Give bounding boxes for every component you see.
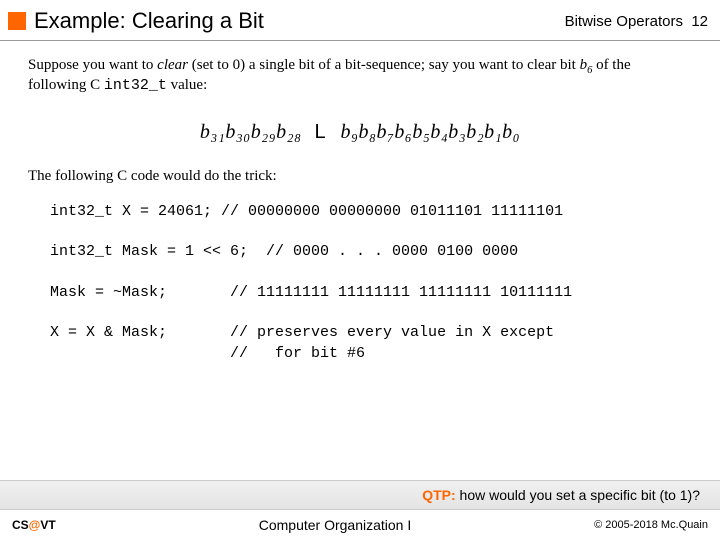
- qtp-label: QTP:: [422, 487, 455, 503]
- qtp-text: how would you set a specific bit (to 1)?: [456, 487, 700, 503]
- footer-left: CS@VT: [12, 518, 132, 532]
- lead-in-text: The following C code would do the trick:: [28, 166, 692, 186]
- at-symbol: @: [29, 518, 41, 532]
- ellipsis: L: [307, 121, 335, 144]
- footer-copyright: © 2005-2018 Mc.Quain: [538, 519, 708, 531]
- intro-paragraph: Suppose you want to clear (set to 0) a s…: [28, 55, 692, 97]
- accent-square-icon: [8, 12, 26, 30]
- bit-var: b6: [580, 57, 593, 73]
- code-line: int32_t X = 24061; // 00000000 00000000 …: [50, 203, 563, 220]
- text: (set to 0) a single bit of a bit-sequenc…: [188, 57, 580, 73]
- text: CS: [12, 518, 29, 532]
- slide-footer: CS@VT Computer Organization I © 2005-201…: [0, 510, 720, 540]
- bits-high: b₃₁b₃₀b₂₉b₂₈: [200, 121, 302, 143]
- slide-body: Suppose you want to clear (set to 0) a s…: [0, 41, 720, 364]
- bits-low: b₉b₈b₇b₆b₅b₄b₃b₂b₁b₀: [341, 121, 521, 143]
- question-bar: QTP: how would you set a specific bit (t…: [0, 480, 720, 510]
- footer-course: Computer Organization I: [132, 517, 538, 533]
- topic-label: Bitwise Operators: [565, 13, 683, 30]
- slide-header: Example: Clearing a Bit Bitwise Operator…: [0, 0, 720, 41]
- text: Suppose you want to: [28, 57, 157, 73]
- text: value:: [167, 77, 207, 93]
- text: VT: [40, 518, 55, 532]
- code-line: X = X & Mask; // preserves every value i…: [50, 324, 554, 341]
- page-number: 12: [691, 13, 708, 30]
- code-line: // for bit #6: [50, 345, 365, 362]
- bit-sequence-diagram: b₃₁b₃₀b₂₉b₂₈ L b₉b₈b₇b₆b₅b₄b₃b₂b₁b₀: [28, 113, 692, 166]
- code-line: Mask = ~Mask; // 11111111 11111111 11111…: [50, 284, 572, 301]
- code-line: int32_t Mask = 1 << 6; // 0000 . . . 000…: [50, 243, 518, 260]
- emphasis: clear: [157, 57, 188, 73]
- slide-title: Example: Clearing a Bit: [34, 8, 565, 34]
- slide-topic: Bitwise Operators 12: [565, 13, 708, 30]
- inline-code: int32_t: [104, 77, 167, 94]
- code-block: int32_t X = 24061; // 00000000 00000000 …: [28, 202, 692, 364]
